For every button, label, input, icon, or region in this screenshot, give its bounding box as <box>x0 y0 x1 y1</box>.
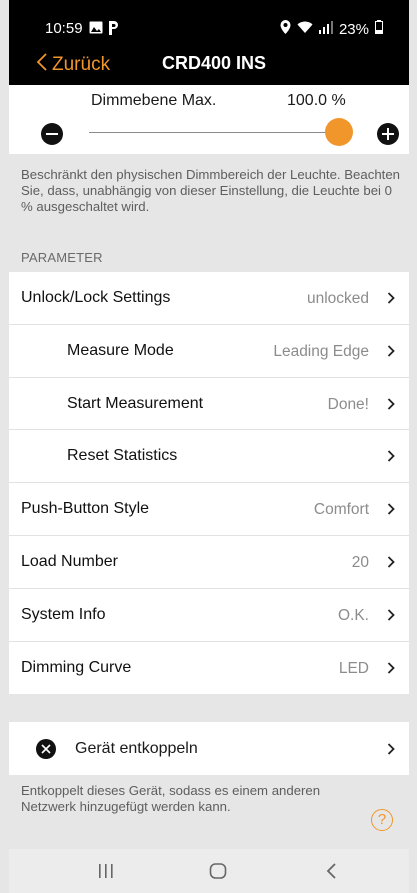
parameter-row[interactable]: Measure Mode Leading Edge <box>9 324 409 378</box>
parameter-label: Start Measurement <box>67 394 204 412</box>
dimming-slider-thumb[interactable] <box>325 118 353 146</box>
parameter-row[interactable]: Load Number 20 <box>9 535 409 589</box>
signal-icon <box>318 20 333 38</box>
status-time: 10:59 <box>45 20 83 37</box>
chevron-right-icon <box>387 743 395 755</box>
chevron-right-icon <box>387 556 395 568</box>
right-edge <box>409 0 417 893</box>
dimming-panel: Dimmebene Max. 100.0 % <box>9 85 409 154</box>
dimming-description: Beschränkt den physischen Dimmbereich de… <box>21 167 400 214</box>
increase-button[interactable] <box>377 123 399 145</box>
recent-apps-icon[interactable] <box>95 861 117 881</box>
chevron-right-icon <box>387 292 395 304</box>
app-screen: 10:59 23% Zurück CRD400 INS Dimmebene Ma… <box>9 0 409 893</box>
decouple-label: Gerät entkoppeln <box>75 740 198 757</box>
decouple-description: Entkoppelt dieses Gerät, sodass es einem… <box>21 783 321 814</box>
chevron-right-icon <box>387 397 395 410</box>
parameter-label: Load Number <box>21 552 118 570</box>
parameter-label: System Info <box>21 605 106 623</box>
location-icon <box>280 20 291 38</box>
page-title: CRD400 INS <box>161 53 267 73</box>
chevron-right-icon <box>387 503 395 515</box>
parameter-row[interactable]: Start Measurement Done! <box>9 377 409 431</box>
section-gap <box>9 694 409 722</box>
parameter-section-header: PARAMETER <box>21 250 103 265</box>
status-bar: 10:59 23% <box>9 20 409 44</box>
dimming-value: 100.0 % <box>287 92 346 109</box>
gallery-icon <box>89 21 103 38</box>
parameter-row[interactable]: Reset Statistics <box>9 430 409 484</box>
parameter-value: Leading Edge <box>273 342 369 360</box>
system-navigation-bar <box>9 849 409 893</box>
parameter-label: Unlock/Lock Settings <box>21 289 171 306</box>
parameter-label: Measure Mode <box>67 341 174 359</box>
parameter-label: Reset Statistics <box>67 447 178 465</box>
parameter-row[interactable]: System Info O.K. <box>9 588 409 642</box>
chevron-right-icon <box>387 609 395 621</box>
wifi-icon <box>297 21 313 38</box>
battery-percent: 23% <box>338 20 369 38</box>
battery-icon <box>375 20 383 38</box>
parameter-label: Push-Button Style <box>21 500 150 518</box>
navigation-bar: Zurück CRD400 INS <box>9 52 409 84</box>
help-icon[interactable]: ? <box>371 809 393 831</box>
parameter-value: 20 <box>351 553 369 571</box>
decrease-button[interactable] <box>41 123 63 145</box>
status-right-group: 23% <box>280 20 383 38</box>
dimming-label: Dimmebene Max. <box>91 92 217 109</box>
home-icon[interactable] <box>207 861 229 881</box>
chevron-right-icon <box>387 661 395 674</box>
parameter-list: Unlock/Lock Settings unlocked Measure Mode… <box>9 272 409 695</box>
top-bar: 10:59 23% Zurück CRD400 INS <box>9 0 409 85</box>
parameter-row[interactable]: Unlock/Lock Settings unlocked <box>9 272 409 325</box>
back-nav-icon[interactable] <box>321 861 343 881</box>
chevron-right-icon <box>387 345 395 357</box>
close-circle-icon <box>36 739 56 759</box>
chevron-right-icon <box>387 450 395 463</box>
phone-frame: 10:59 23% Zurück CRD400 INS Dimmebene Ma… <box>0 0 417 893</box>
parameter-value: unlocked <box>306 290 369 307</box>
parking-icon <box>108 21 119 39</box>
parameter-value: O.K. <box>337 606 369 624</box>
parameter-value: LED <box>338 659 369 677</box>
parameter-value: Comfort <box>313 501 369 519</box>
parameter-label: Dimming Curve <box>21 658 132 676</box>
decouple-device-row[interactable]: Gerät entkoppeln <box>9 722 409 775</box>
parameter-row[interactable]: Push-Button Style Comfort <box>9 483 409 536</box>
dimming-slider-fill <box>89 132 339 133</box>
parameter-row[interactable]: Dimming Curve LED <box>9 641 409 695</box>
left-edge <box>0 0 9 893</box>
parameter-value: Done! <box>327 395 369 413</box>
